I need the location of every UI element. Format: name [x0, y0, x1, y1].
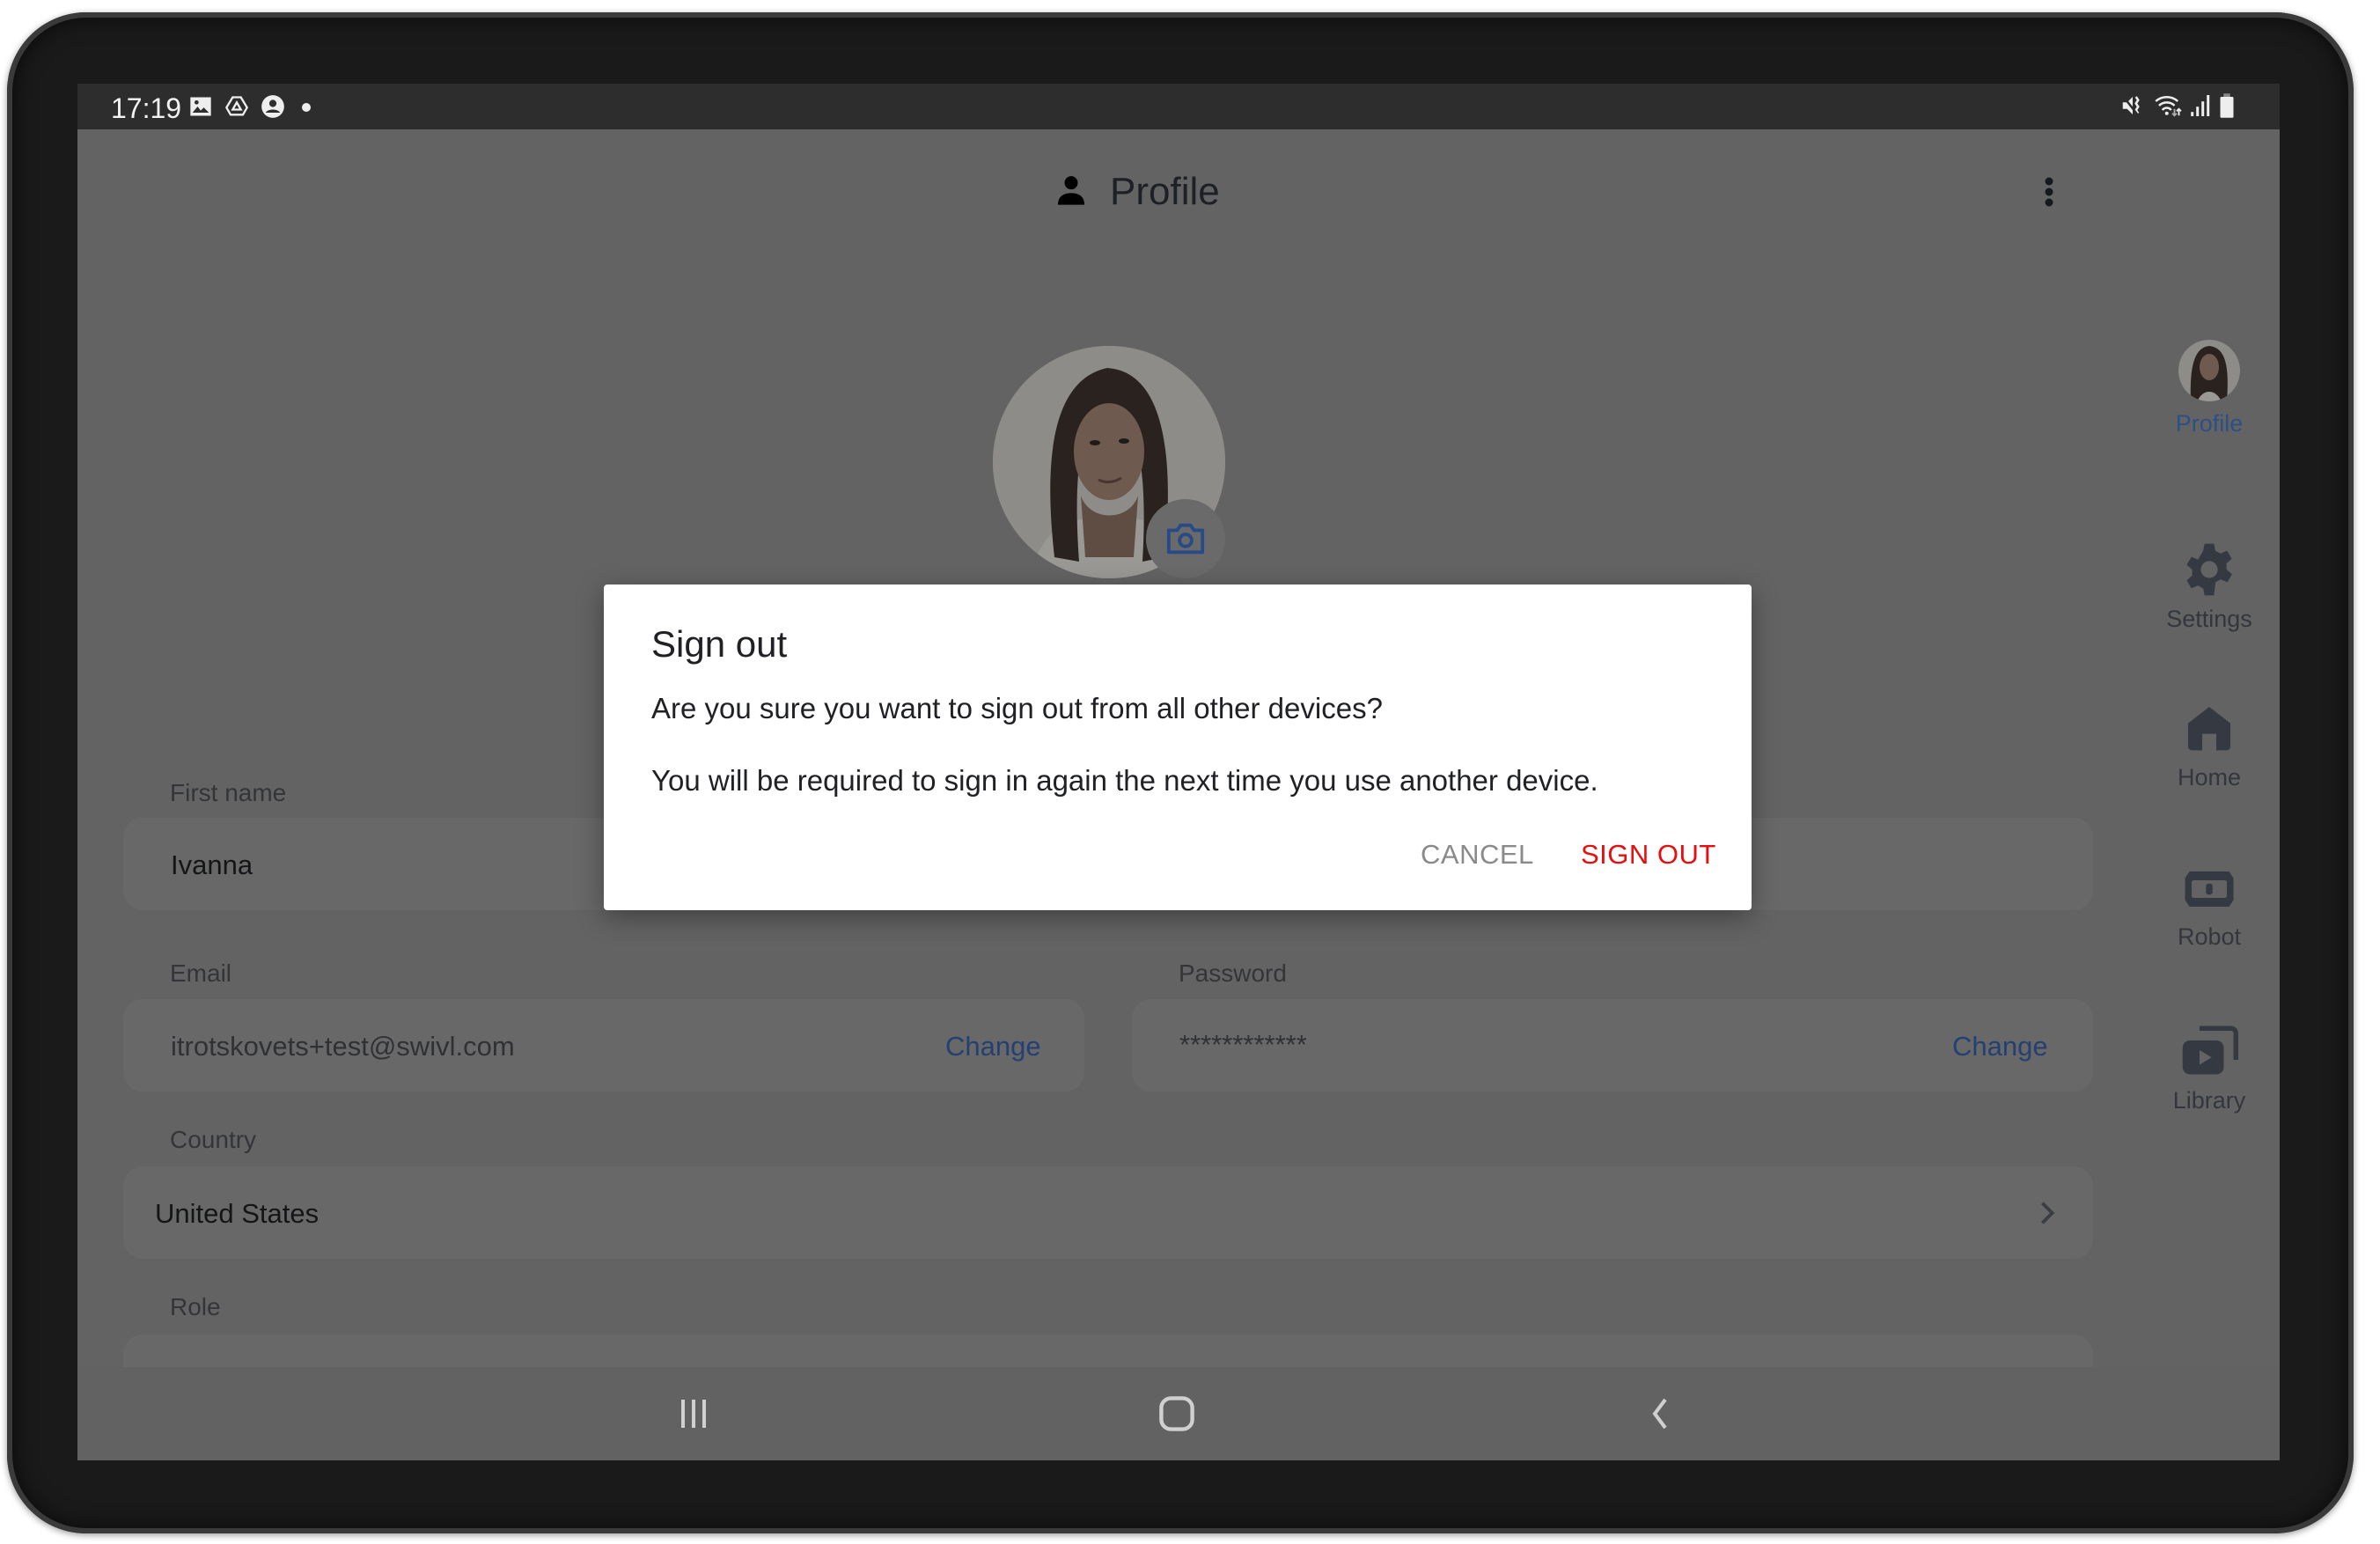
home-button-icon	[1159, 1396, 1194, 1431]
more-options-button[interactable]	[2036, 172, 2062, 214]
page-title: Profile	[1110, 170, 1220, 213]
dialog-title: Sign out	[651, 623, 788, 665]
drive-icon	[224, 94, 250, 123]
status-bar: 17:19	[77, 84, 2280, 129]
rail-label-settings: Settings	[2166, 606, 2252, 632]
sign-out-button[interactable]: SIGN OUT	[1581, 839, 1716, 871]
robot-icon	[2185, 871, 2234, 907]
rail-item-library[interactable]: Library	[2163, 1021, 2255, 1114]
email-value: itrotskovets+test@swivl.com	[171, 1031, 515, 1062]
gear-icon	[2186, 543, 2232, 596]
camera-icon	[1166, 523, 1205, 555]
account-icon	[261, 94, 285, 123]
home-nav-button[interactable]	[1150, 1392, 1203, 1436]
more-vert-icon	[2045, 177, 2053, 207]
rail-label-home: Home	[2177, 764, 2242, 790]
country-select[interactable]: United States	[123, 1166, 2093, 1259]
wifi-icon	[2153, 92, 2183, 123]
rail-label-profile: Profile	[2175, 410, 2244, 437]
change-photo-button[interactable]	[1146, 499, 1225, 578]
chevron-right-icon	[2041, 1202, 2055, 1224]
first-name-value: Ivanna	[171, 849, 253, 880]
system-nav-bar	[77, 1367, 2280, 1460]
password-label: Password	[1179, 959, 1287, 987]
dialog-message-secondary: You will be required to sign in again th…	[651, 764, 1598, 797]
recents-button[interactable]	[667, 1392, 720, 1436]
recents-icon	[681, 1400, 706, 1428]
library-icon	[2182, 1026, 2238, 1075]
rail-item-settings[interactable]: Settings	[2163, 541, 2255, 633]
dot-icon	[301, 101, 312, 117]
rail-item-profile[interactable]: Profile	[2163, 339, 2255, 437]
avatar-icon	[2178, 340, 2240, 401]
back-icon	[1652, 1398, 1667, 1430]
screen: 17:19 Profile First name Ivanna Email it…	[77, 84, 2280, 1460]
cancel-button[interactable]: CANCEL	[1421, 839, 1534, 871]
password-value: ************	[1179, 1029, 1307, 1060]
signal-icon	[2190, 92, 2211, 123]
page-header: Profile	[1054, 170, 1220, 214]
rail-label-robot: Robot	[2177, 923, 2242, 950]
change-password-button[interactable]: Change	[1952, 1031, 2048, 1062]
rail-item-home[interactable]: Home	[2163, 700, 2255, 791]
change-email-button[interactable]: Change	[945, 1031, 1041, 1062]
status-time: 17:19	[111, 92, 182, 124]
sign-out-dialog: Sign out Are you sure you want to sign o…	[604, 585, 1752, 910]
dialog-message-primary: Are you sure you want to sign out from a…	[651, 692, 1383, 724]
back-button[interactable]	[1634, 1392, 1686, 1436]
country-label: Country	[170, 1126, 257, 1153]
gallery-icon	[188, 94, 213, 123]
home-icon	[2188, 707, 2230, 751]
password-field[interactable]: ************ Change	[1132, 999, 2093, 1092]
rail-item-robot[interactable]: Robot	[2163, 863, 2255, 951]
email-label: Email	[170, 959, 232, 987]
first-name-label: First name	[170, 779, 287, 806]
role-label: Role	[170, 1293, 221, 1320]
country-value: United States	[155, 1198, 320, 1229]
status-right-icons	[2119, 92, 2236, 123]
person-icon	[1054, 173, 1089, 212]
email-field[interactable]: itrotskovets+test@swivl.com Change	[123, 999, 1084, 1092]
battery-icon	[2218, 92, 2236, 123]
rail-label-library: Library	[2172, 1087, 2246, 1114]
mute-icon	[2119, 92, 2146, 123]
